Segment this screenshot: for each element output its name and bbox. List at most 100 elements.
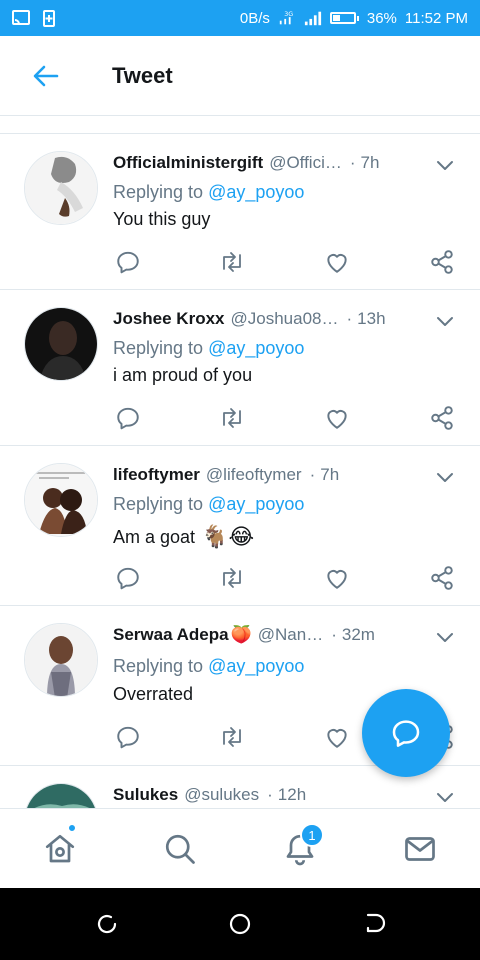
like-button[interactable] <box>322 247 352 277</box>
tweet-actions <box>113 247 463 277</box>
status-bar: 0B/s 3G 36% 11:52 PM <box>0 0 480 36</box>
mail-icon <box>405 837 435 861</box>
share-button[interactable] <box>427 403 457 433</box>
reply-icon <box>117 726 139 749</box>
tweet-text: i am proud of you <box>113 365 253 385</box>
nav-messages[interactable] <box>398 827 442 871</box>
tweet-author-name[interactable]: Officialministergift <box>113 153 263 173</box>
page-title: Tweet <box>112 62 173 88</box>
chevron-down-icon[interactable] <box>434 154 456 176</box>
notification-badge: 1 <box>300 823 324 847</box>
recent-apps-icon[interactable] <box>93 910 121 938</box>
like-button[interactable] <box>322 403 352 433</box>
heart-icon <box>327 570 347 589</box>
chevron-down-icon[interactable] <box>434 786 456 808</box>
tweet-author-name[interactable]: Sulukes <box>113 785 178 805</box>
reply-icon <box>117 567 139 590</box>
tweet-author-name[interactable]: lifeoftymer <box>113 465 200 485</box>
share-icon <box>431 406 453 430</box>
tweet-author-handle[interactable]: @Joshua08… <box>231 309 339 329</box>
replying-to: Replying to @ay_poyoo <box>113 182 305 202</box>
signal-3g-icon: 3G <box>279 11 293 25</box>
chevron-down-icon[interactable] <box>434 626 456 648</box>
data-rate: 0B/s <box>239 9 270 27</box>
share-icon <box>431 566 453 590</box>
chevron-down-icon[interactable] <box>434 466 456 488</box>
back-nav-icon[interactable] <box>360 910 388 938</box>
share-icon <box>431 250 453 274</box>
avatar[interactable] <box>24 623 98 697</box>
back-button[interactable] <box>16 46 76 106</box>
avatar[interactable] <box>24 307 98 381</box>
battery-percent: 36% <box>366 9 397 27</box>
nav-home[interactable] <box>38 827 82 871</box>
reply-button[interactable] <box>113 722 143 752</box>
search-icon <box>165 834 195 864</box>
retweet-icon <box>223 568 241 588</box>
mention-link[interactable]: @ay_poyoo <box>208 338 304 358</box>
retweet-button[interactable] <box>217 563 247 593</box>
like-button[interactable] <box>322 563 352 593</box>
clock: 11:52 PM <box>404 9 468 27</box>
chevron-down-icon[interactable] <box>434 310 456 332</box>
retweet-button[interactable] <box>217 247 247 277</box>
system-nav-bar <box>0 888 480 960</box>
tweet-timestamp: 13h <box>357 309 386 328</box>
mention-link[interactable]: @ay_poyoo <box>208 182 304 202</box>
tweet-author-handle[interactable]: @Nan… <box>258 625 323 645</box>
heart-icon <box>327 254 347 273</box>
tweet-actions <box>113 403 463 433</box>
reply-button[interactable] <box>113 403 143 433</box>
tweet[interactable]: lifeoftymer @lifeoftymer · 7h Replying t… <box>0 446 480 606</box>
reply-button[interactable] <box>113 563 143 593</box>
tweet-author-handle[interactable]: @sulukes <box>184 785 259 805</box>
tweet-timestamp: 12h <box>277 785 307 804</box>
share-button[interactable] <box>427 247 457 277</box>
retweet-icon <box>223 408 241 428</box>
avatar[interactable] <box>24 463 98 537</box>
reply-icon <box>392 720 420 747</box>
home-unread-dot <box>67 823 77 833</box>
home-circle-icon[interactable] <box>226 910 254 938</box>
tweet-author-handle[interactable]: @lifeoftymer <box>206 465 302 485</box>
tweet-text: You this guy <box>113 209 211 229</box>
battery-icon <box>329 12 359 24</box>
heart-icon <box>327 729 347 748</box>
tweet[interactable]: Officialministergift @Offici… · 7h Reply… <box>0 134 480 290</box>
home-icon <box>45 834 75 863</box>
tweet-text: Overrated <box>113 684 194 704</box>
reply-icon <box>117 407 139 430</box>
reply-button[interactable] <box>113 247 143 277</box>
battery-saver-icon <box>43 10 55 27</box>
cast-icon <box>12 10 30 25</box>
tweet[interactable]: Joshee Kroxx @Joshua08… · 13h Replying t… <box>0 290 480 446</box>
mention-link[interactable]: @ay_poyoo <box>208 494 304 514</box>
tweet-author-name[interactable]: Joshee Kroxx <box>113 309 225 329</box>
nav-search[interactable] <box>158 827 202 871</box>
replying-to: Replying to @ay_poyoo <box>113 494 305 514</box>
tweet-text: Am a goat 🐐😂 <box>113 524 255 549</box>
tweet-actions <box>113 563 463 593</box>
mention-link[interactable]: @ay_poyoo <box>208 656 304 676</box>
tweet-author-handle[interactable]: @Offici… <box>269 153 342 173</box>
header: Tweet <box>0 36 480 116</box>
retweet-button[interactable] <box>217 403 247 433</box>
like-button[interactable] <box>322 722 352 752</box>
tweet-timestamp: 7h <box>360 153 380 172</box>
replying-to: Replying to @ay_poyoo <box>113 338 305 358</box>
retweet-icon <box>223 252 241 272</box>
tweet-author-name[interactable]: Serwaa Adepa <box>113 625 229 645</box>
avatar[interactable] <box>24 151 98 225</box>
replying-to: Replying to @ay_poyoo <box>113 656 305 676</box>
signal-bars-icon <box>304 11 321 26</box>
retweet-button[interactable] <box>217 722 247 752</box>
tweet-timestamp: 32m <box>341 625 375 644</box>
share-button[interactable] <box>427 563 457 593</box>
emoji: 🐐😂 <box>201 524 255 549</box>
peach-emoji: 🍑 <box>230 625 252 644</box>
reply-icon <box>117 251 139 274</box>
avatar[interactable] <box>24 783 98 808</box>
bottom-nav: 1 <box>0 808 480 888</box>
arrow-left-icon <box>33 65 59 86</box>
compose-reply-button[interactable] <box>362 689 450 777</box>
